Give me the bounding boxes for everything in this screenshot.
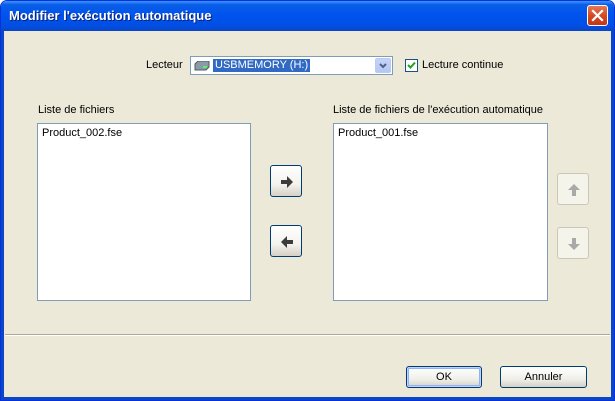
remove-from-autorun-button[interactable] bbox=[270, 225, 302, 257]
continuous-label[interactable]: Lecture continue bbox=[422, 59, 503, 71]
list-item[interactable]: Product_002.fse bbox=[42, 127, 122, 139]
dialog-window: Modifier l'exécution automatique Lecteur… bbox=[0, 0, 615, 401]
chevron-down-icon bbox=[379, 63, 387, 69]
move-down-button[interactable] bbox=[557, 227, 589, 259]
window-frame-left bbox=[1, 31, 4, 400]
autorun-list[interactable]: Product_001.fse bbox=[333, 123, 548, 301]
window-title: Modifier l'exécution automatique bbox=[9, 8, 212, 23]
arrow-down-icon bbox=[568, 238, 580, 250]
close-button[interactable] bbox=[587, 5, 608, 26]
continuous-checkbox[interactable] bbox=[405, 59, 418, 72]
file-list[interactable]: Product_002.fse bbox=[37, 123, 251, 301]
list-item[interactable]: Product_001.fse bbox=[338, 127, 418, 139]
arrow-left-icon bbox=[281, 236, 293, 248]
autorun-list-title: Liste de fichiers de l'exécution automat… bbox=[333, 104, 544, 116]
drive-icon bbox=[194, 61, 210, 71]
cancel-button[interactable]: Annuler bbox=[500, 366, 587, 388]
arrow-up-icon bbox=[568, 184, 580, 196]
separator-highlight bbox=[5, 335, 610, 336]
checkmark-icon bbox=[407, 61, 416, 69]
add-to-autorun-button[interactable] bbox=[270, 165, 302, 197]
file-list-title: Liste de fichiers bbox=[38, 104, 115, 116]
title-bar[interactable]: Modifier l'exécution automatique bbox=[1, 1, 614, 31]
window-frame-bottom bbox=[1, 397, 614, 400]
drive-select-value: USBMEMORY (H:) bbox=[213, 59, 311, 72]
drive-label: Lecteur bbox=[146, 59, 183, 71]
move-up-button[interactable] bbox=[557, 173, 589, 205]
arrow-right-icon bbox=[281, 176, 293, 188]
close-icon bbox=[591, 9, 604, 22]
ok-button[interactable]: OK bbox=[406, 366, 482, 388]
drive-select[interactable]: USBMEMORY (H:) bbox=[190, 56, 393, 75]
drive-dropdown-button[interactable] bbox=[375, 58, 391, 73]
window-frame-right bbox=[611, 31, 614, 400]
